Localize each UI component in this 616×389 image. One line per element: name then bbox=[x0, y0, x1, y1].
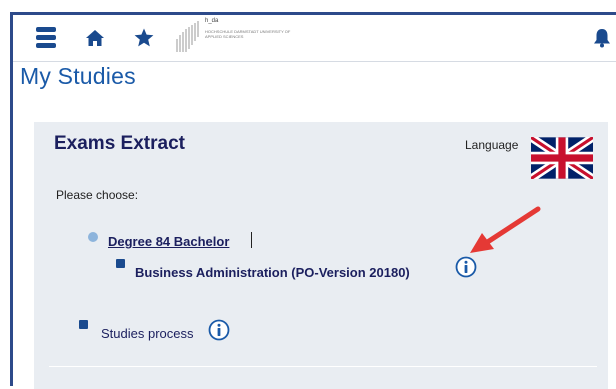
choose-prompt: Please choose: bbox=[56, 188, 139, 202]
app-window: h_da HOCHSCHULE DARMSTADT UNIVERSITY OF … bbox=[10, 12, 616, 389]
logo-subtext: HOCHSCHULE DARMSTADT UNIVERSITY OF APPLI… bbox=[205, 29, 291, 39]
home-icon[interactable] bbox=[85, 29, 105, 47]
star-icon[interactable] bbox=[134, 28, 154, 47]
top-navigation-bar: h_da HOCHSCHULE DARMSTADT UNIVERSITY OF … bbox=[13, 15, 616, 62]
bullet-square-icon bbox=[79, 320, 88, 329]
logo-wordmark: h_da bbox=[205, 18, 219, 24]
degree-link[interactable]: Degree 84 Bachelor bbox=[108, 234, 229, 249]
language-label: Language bbox=[465, 138, 519, 152]
studies-process-label[interactable]: Studies process bbox=[101, 326, 194, 341]
divider bbox=[49, 366, 597, 367]
hamburger-menu-icon[interactable] bbox=[36, 27, 56, 49]
annotation-arrow-icon bbox=[470, 206, 541, 253]
university-logo[interactable] bbox=[175, 19, 201, 53]
text-cursor bbox=[251, 232, 252, 248]
program-label: Business Administration (PO-Version 2018… bbox=[135, 265, 410, 280]
bullet-circle-icon bbox=[88, 232, 98, 242]
info-icon[interactable] bbox=[208, 319, 230, 341]
page-title: My Studies bbox=[20, 63, 136, 89]
uk-flag-icon[interactable] bbox=[531, 137, 593, 179]
panel-title: Exams Extract bbox=[54, 133, 185, 154]
bell-icon[interactable] bbox=[593, 28, 611, 48]
bullet-square-icon bbox=[116, 259, 125, 268]
